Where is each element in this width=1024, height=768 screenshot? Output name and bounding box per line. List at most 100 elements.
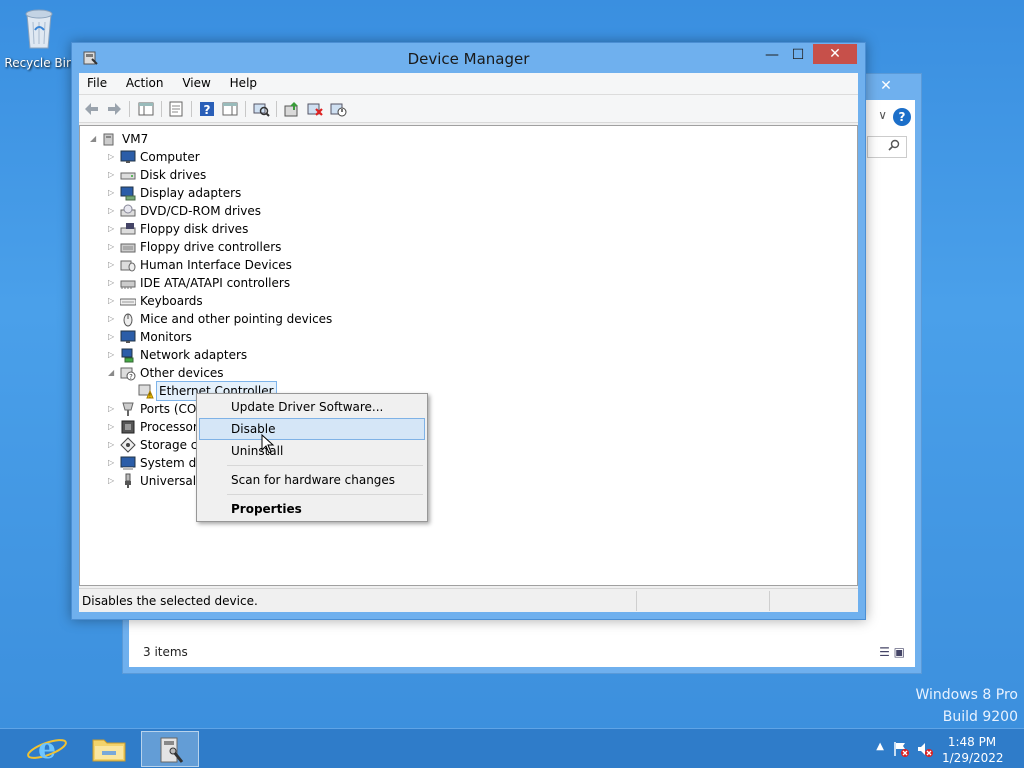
expand-arrow-icon[interactable]: ▷ (108, 328, 118, 346)
taskbar: e ▲ 1:48 PM 1/29/2022 (0, 728, 1024, 768)
chevron-down-icon[interactable]: ∨ (878, 108, 887, 122)
window-title: Device Manager (407, 50, 530, 68)
speaker-muted-icon[interactable] (916, 740, 934, 758)
title-bar[interactable]: Device Manager — ☐ ✕ (72, 43, 865, 73)
search-input[interactable] (867, 136, 907, 158)
usb-icon (120, 473, 136, 489)
collapse-arrow-icon[interactable]: ◢ (90, 130, 100, 148)
computer-root-icon (102, 131, 118, 147)
help-icon[interactable]: ? (893, 108, 911, 126)
warning-device-icon: ! (138, 383, 154, 400)
port-icon (120, 401, 136, 417)
taskbar-clock[interactable]: 1:48 PM 1/29/2022 (942, 734, 1004, 766)
network-adapter-icon (120, 347, 136, 363)
close-button[interactable]: ✕ (813, 44, 857, 64)
maximize-button[interactable]: ☐ (785, 45, 811, 65)
clock-date: 1/29/2022 (942, 751, 1004, 765)
folder-icon (92, 739, 126, 762)
menu-item-disable[interactable]: Disable (199, 418, 425, 440)
menu-item-uninstall[interactable]: Uninstall (199, 440, 425, 462)
expand-arrow-icon[interactable]: ▷ (108, 400, 118, 418)
view-toggle[interactable]: ☰ ▣ (879, 645, 905, 659)
floppy-controller-icon (120, 239, 136, 255)
expand-arrow-icon[interactable]: ▷ (108, 184, 118, 202)
help-icon[interactable]: ? (198, 100, 216, 118)
system-tray: ▲ 1:48 PM 1/29/2022 (854, 729, 1024, 768)
mouse-cursor-icon (261, 433, 275, 454)
properties-icon[interactable] (167, 100, 185, 118)
toolbar: ? (79, 95, 858, 123)
hid-icon (120, 257, 136, 273)
svg-text:?: ? (129, 373, 133, 381)
recycle-bin-label: Recycle Bin (4, 56, 74, 70)
expand-arrow-icon[interactable]: ▷ (108, 148, 118, 166)
monitor-icon (120, 329, 136, 345)
menu-item-update-driver[interactable]: Update Driver Software... (199, 396, 425, 418)
menu-file[interactable]: File (79, 73, 114, 90)
background-close-button[interactable]: ✕ (863, 76, 909, 96)
svg-text:?: ? (204, 103, 211, 117)
taskbar-internet-explorer[interactable]: e (18, 731, 76, 767)
action-pane-icon[interactable] (221, 100, 239, 118)
status-message: Disables the selected device. (82, 594, 258, 608)
watermark-build: Build 9200 (942, 709, 1018, 725)
taskbar-file-explorer[interactable] (80, 731, 138, 767)
expand-arrow-icon[interactable]: ▷ (108, 436, 118, 454)
minimize-button[interactable]: — (759, 45, 785, 65)
expand-arrow-icon[interactable]: ▷ (108, 166, 118, 184)
menu-item-properties[interactable]: Properties (199, 498, 425, 520)
expand-arrow-icon[interactable]: ▷ (108, 292, 118, 310)
expand-arrow-icon[interactable]: ▷ (108, 418, 118, 436)
window-client-area: File Action View Help ? ◢ VM7 ▷ Computer… (79, 73, 858, 612)
details-view-icon[interactable]: ☰ (879, 645, 890, 659)
mouse-icon (120, 311, 136, 327)
svg-text:e: e (38, 732, 56, 765)
show-hidden-icons-icon[interactable]: ▲ (876, 741, 884, 752)
expand-arrow-icon[interactable]: ▷ (108, 274, 118, 292)
expand-arrow-icon[interactable]: ▷ (108, 220, 118, 238)
forward-icon[interactable] (105, 100, 123, 118)
dvd-drive-icon (120, 203, 136, 219)
large-icons-view-icon[interactable]: ▣ (894, 645, 905, 659)
menu-item-scan-hardware[interactable]: Scan for hardware changes (199, 469, 425, 491)
menu-action[interactable]: Action (118, 73, 171, 90)
status-bar: Disables the selected device. (79, 588, 858, 612)
expand-arrow-icon[interactable]: ▷ (108, 238, 118, 256)
internet-explorer-icon: e (27, 732, 67, 765)
uninstall-icon[interactable] (306, 100, 324, 118)
back-icon[interactable] (83, 100, 101, 118)
menu-help[interactable]: Help (222, 73, 264, 90)
scan-hardware-icon[interactable] (252, 100, 270, 118)
menu-view[interactable]: View (174, 73, 217, 90)
storage-controller-icon (120, 437, 136, 453)
monitor-icon (120, 149, 136, 165)
menu-divider (227, 494, 423, 495)
expand-arrow-icon[interactable]: ▷ (108, 310, 118, 328)
unknown-device-icon: ? (120, 365, 136, 381)
update-driver-icon[interactable] (283, 100, 301, 118)
expand-arrow-icon[interactable]: ▷ (108, 256, 118, 274)
disable-icon[interactable] (329, 100, 347, 118)
device-manager-window[interactable]: Device Manager — ☐ ✕ File Action View He… (71, 42, 866, 620)
recycle-bin-icon (19, 4, 59, 52)
show-hide-tree-icon[interactable] (137, 100, 155, 118)
clock-time: 1:48 PM (947, 735, 997, 749)
context-menu: Update Driver Software... Disable Uninst… (196, 393, 428, 522)
os-watermark: Windows 8 Pro Build 9200 (915, 684, 1018, 728)
menu-divider (227, 465, 423, 466)
tree-root-label: VM7 (122, 132, 149, 146)
action-center-flag-icon[interactable] (892, 740, 910, 758)
keyboard-icon (119, 293, 137, 309)
taskbar-device-manager[interactable] (141, 731, 199, 767)
recycle-bin-shortcut[interactable]: Recycle Bin (4, 4, 74, 70)
disk-drive-icon (120, 167, 136, 183)
display-adapter-icon (120, 185, 136, 201)
collapse-arrow-icon[interactable]: ◢ (108, 364, 118, 382)
watermark-edition: Windows 8 Pro (915, 687, 1018, 703)
expand-arrow-icon[interactable]: ▷ (108, 472, 118, 490)
svg-text:!: ! (149, 393, 151, 400)
floppy-drive-icon (120, 221, 136, 237)
expand-arrow-icon[interactable]: ▷ (108, 346, 118, 364)
expand-arrow-icon[interactable]: ▷ (108, 454, 118, 472)
expand-arrow-icon[interactable]: ▷ (108, 202, 118, 220)
